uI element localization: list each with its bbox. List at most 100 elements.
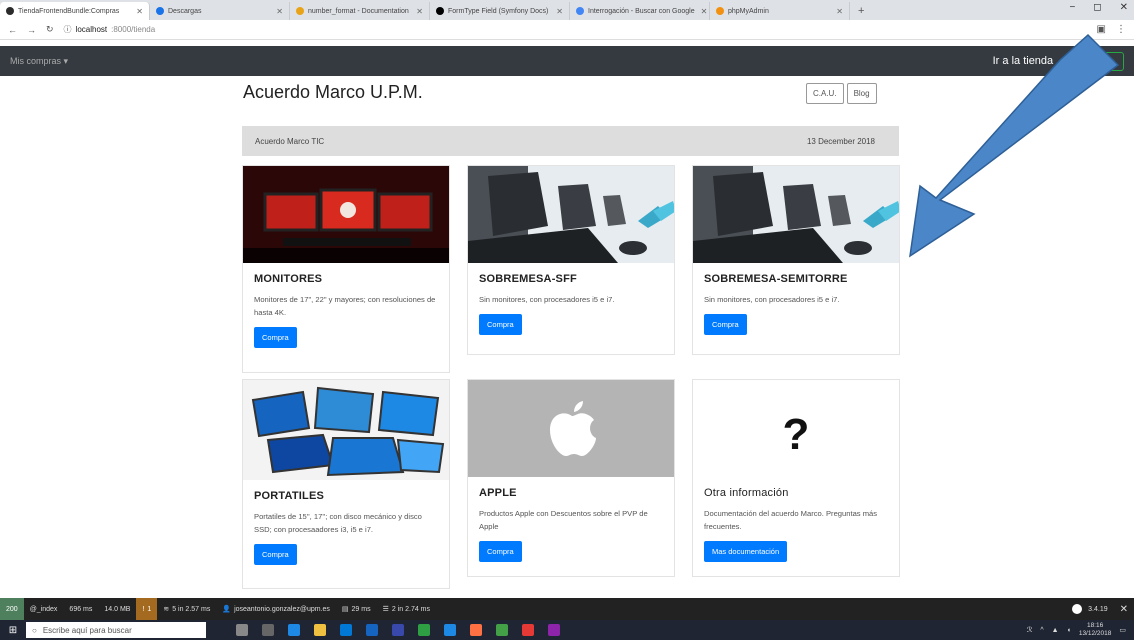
network-icon[interactable]: ▲ (1052, 627, 1059, 634)
clock[interactable]: 18:16 13/12/2018 (1079, 622, 1112, 638)
back-icon[interactable]: ← (8, 25, 17, 35)
notifications-icon[interactable]: ▭ (1119, 626, 1126, 634)
close-toolbar-icon[interactable]: ✕ (1114, 604, 1134, 615)
extension-icon[interactable]: ▣ (1097, 24, 1106, 35)
teams-icon[interactable] (392, 624, 404, 636)
buy-button[interactable]: Compra (704, 314, 747, 335)
clock-time: 18:16 (1086, 622, 1104, 629)
card-title: MONITORES (254, 273, 323, 285)
buy-button[interactable]: Compra (254, 327, 297, 348)
time-item[interactable]: 696 ms (63, 598, 98, 620)
store-icon[interactable] (340, 624, 352, 636)
db-value: 2 in 2.74 ms (391, 605, 431, 613)
question-mark-icon: ? (693, 380, 899, 477)
tab-favicon (436, 7, 444, 15)
close-tab-icon[interactable]: ✕ (130, 7, 143, 16)
task-view-icon[interactable] (262, 624, 274, 636)
tab-title: number_format - Documentation (308, 7, 409, 15)
file-explorer-icon[interactable] (314, 624, 326, 636)
app-icon[interactable] (522, 624, 534, 636)
login-button[interactable]: sesión (1082, 51, 1124, 71)
my-purchases-dropdown[interactable]: Mis compras ▾ (10, 56, 68, 67)
more-docs-button[interactable]: Mas documentación (704, 541, 788, 562)
app-icon[interactable] (548, 624, 560, 636)
browser-tab[interactable]: Descargas ✕ (150, 2, 290, 20)
windows-start-icon[interactable]: ⊞ (0, 620, 26, 640)
chevron-up-icon[interactable]: ^ (1040, 627, 1043, 634)
user-value: joseantonio.gonzalez@upm.es (234, 605, 330, 613)
app-icon[interactable] (470, 624, 482, 636)
close-tab-icon[interactable]: ✕ (410, 7, 423, 16)
window-controls: − ◻ ✕ (1069, 2, 1128, 13)
browser-tab[interactable]: number_format - Documentation ✕ (290, 2, 430, 20)
browser-tab[interactable]: TiendaFrontendBundle:Compras ✕ (0, 2, 150, 20)
product-card-sobremesa-sff: SOBREMESA-SFF Sin monitores, con procesa… (467, 165, 675, 355)
address-bar: ← → ↻ ⓘ localhost:8000/tienda ▣ ⋮ (0, 20, 1134, 40)
windows-taskbar: ⊞ ○ Escribe aquí para buscar ℛ ^ ▲ ◖ 18:… (0, 620, 1134, 640)
mail-icon[interactable] (366, 624, 378, 636)
browser-tab[interactable]: phpMyAdmin ✕ (710, 2, 850, 20)
tab-title: FormType Field (Symfony Docs) (448, 7, 549, 15)
monitors-image (243, 166, 449, 263)
app-icon[interactable] (496, 624, 508, 636)
debug-toolbar: 200 @_index 696 ms 14.0 MB ! 1 ≋ 5 in 2.57… (0, 598, 1134, 620)
forward-icon[interactable]: → (27, 25, 36, 35)
info-icon[interactable]: ⓘ (64, 24, 72, 35)
close-tab-icon[interactable]: ✕ (270, 7, 283, 16)
user-icon: 👤 (222, 606, 232, 613)
buy-button[interactable]: Compra (254, 544, 297, 565)
browser-tab[interactable]: FormType Field (Symfony Docs) ✕ (430, 2, 570, 20)
card-title: Otra información (704, 487, 789, 499)
browser-tab-strip: TiendaFrontendBundle:Compras ✕ Descargas… (0, 0, 1134, 20)
card-title: SOBREMESA-SFF (479, 273, 577, 285)
vscode-icon[interactable] (444, 624, 456, 636)
minimize-icon[interactable]: − (1069, 2, 1075, 13)
browser-tab[interactable]: Interrogación - Buscar con Google ✕ (570, 2, 710, 20)
status-code[interactable]: 200 (0, 598, 24, 620)
close-tab-icon[interactable]: ✕ (830, 7, 843, 16)
chrome-icon[interactable] (418, 624, 430, 636)
search-circle-icon: ○ (32, 625, 37, 635)
volume-icon[interactable]: ◖ (1067, 627, 1071, 634)
card-text: Sin monitores, con procesadores i5 e i7. (479, 295, 615, 304)
card-title: PORTATILES (254, 490, 325, 502)
errors-item[interactable]: ! 1 (136, 598, 158, 620)
menu-icon[interactable]: ⋮ (1116, 24, 1126, 35)
blog-button[interactable]: Blog (846, 83, 877, 104)
memory-item[interactable]: 14.0 MB (98, 598, 136, 620)
card-title: SOBREMESA-SEMITORRE (704, 273, 848, 285)
cache-item[interactable]: ≋ 5 in 2.57 ms (157, 598, 216, 620)
close-tab-icon[interactable]: ✕ (550, 7, 563, 16)
buy-button[interactable]: Compra (479, 541, 522, 562)
user-item[interactable]: 👤 joseantonio.gonzalez@upm.es (216, 598, 336, 620)
desktops-image (693, 166, 899, 263)
new-tab-button[interactable]: + (850, 2, 872, 20)
question-symbol: ? (782, 409, 810, 459)
people-icon[interactable]: ℛ (1027, 626, 1033, 634)
product-card-sobremesa-semitorre: SOBREMESA-SEMITORRE Sin monitores, con p… (692, 165, 900, 355)
url-host: localhost (75, 25, 108, 34)
buy-button[interactable]: Compra (479, 314, 522, 335)
twig-item[interactable]: ▤ 29 ms (336, 598, 377, 620)
header-buttons: C.A.U. Blog (806, 83, 877, 104)
db-item[interactable]: ☰ 2 in 2.74 ms (377, 598, 436, 620)
go-to-shop-link[interactable]: Ir a la tienda (993, 55, 1054, 67)
twig-icon: ▤ (341, 606, 349, 613)
close-window-icon[interactable]: ✕ (1120, 2, 1128, 13)
taskbar-search[interactable]: ○ Escribe aquí para buscar (26, 622, 206, 638)
card-text: Productos Apple con Descuentos sobre el … (479, 509, 648, 531)
errors-count: 1 (147, 605, 152, 613)
url-field[interactable]: ⓘ localhost:8000/tienda (64, 24, 156, 35)
maximize-icon[interactable]: ◻ (1093, 2, 1101, 13)
card-title: APPLE (479, 487, 517, 499)
symfony-version[interactable]: 3.4.19 (1088, 606, 1107, 613)
route-item[interactable]: @_index (24, 598, 64, 620)
cau-button[interactable]: C.A.U. (806, 83, 844, 104)
taskbar-apps (236, 624, 560, 636)
info-bar: Acuerdo Marco TIC 13 December 2018 (242, 126, 899, 156)
close-tab-icon[interactable]: ✕ (695, 7, 708, 16)
page-title: Acuerdo Marco U.P.M. (243, 82, 423, 102)
mic-icon[interactable] (236, 624, 248, 636)
edge-icon[interactable] (288, 624, 300, 636)
reload-icon[interactable]: ↻ (46, 24, 54, 35)
